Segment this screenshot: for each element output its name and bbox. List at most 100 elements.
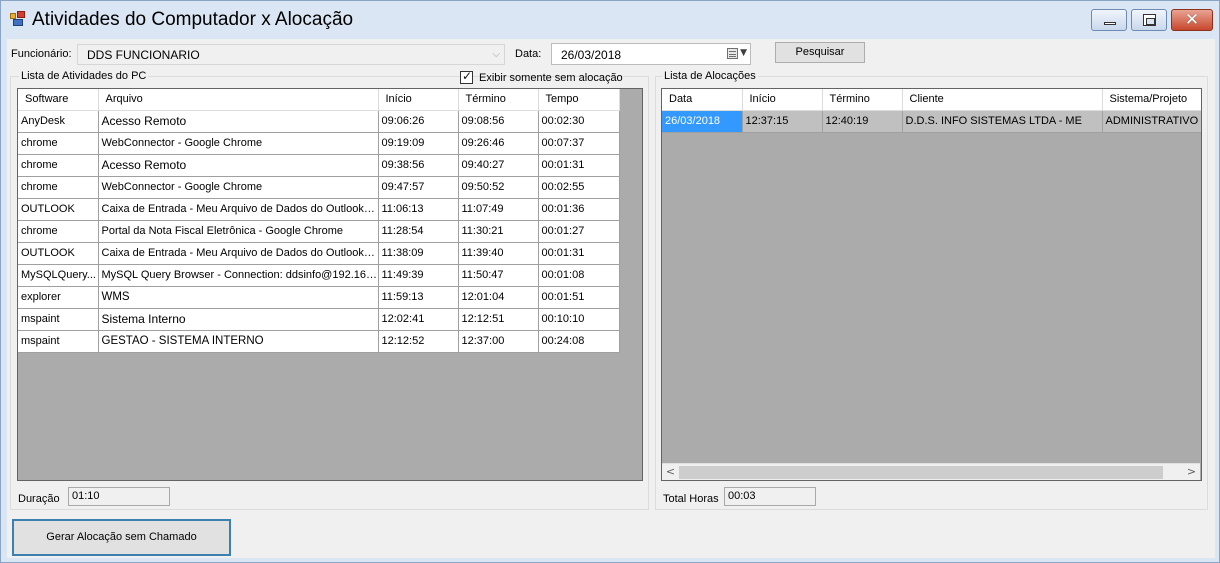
inicio-cell[interactable]: 09:19:09 — [378, 132, 459, 155]
arquivo-cell[interactable]: Caixa de Entrada - Meu Arquivo de Dados … — [98, 198, 379, 221]
arquivo-cell[interactable]: Sistema Interno — [98, 308, 379, 331]
tempo-cell[interactable]: 00:01:31 — [538, 154, 620, 177]
software-cell[interactable]: chrome — [18, 132, 99, 155]
tempo-cell[interactable]: 00:01:08 — [538, 264, 620, 287]
allocations-grid[interactable]: Data Início Término Cliente Sistema/Proj… — [661, 88, 1202, 481]
tempo-cell[interactable]: 00:01:31 — [538, 242, 620, 265]
termino-cell[interactable]: 09:50:52 — [458, 176, 539, 199]
arquivo-cell[interactable]: MySQL Query Browser - Connection: ddsinf… — [98, 264, 379, 287]
scroll-left-icon[interactable]: < — [662, 464, 679, 480]
software-cell[interactable]: chrome — [18, 220, 99, 243]
inicio-cell[interactable]: 12:02:41 — [378, 308, 459, 331]
software-cell[interactable]: chrome — [18, 154, 99, 177]
termino-cell[interactable]: 09:40:27 — [458, 154, 539, 177]
table-row[interactable]: mspaint GESTAO - SISTEMA INTERNO 12:12:52 1… — [18, 330, 620, 353]
software-cell[interactable]: chrome — [18, 176, 99, 199]
tempo-cell[interactable]: 00:24:08 — [538, 330, 620, 353]
table-row[interactable]: chrome Acesso Remoto 09:38:56 09:40:27 00:01… — [18, 154, 620, 177]
arquivo-cell[interactable]: Portal da Nota Fiscal Eletrônica - Googl… — [98, 220, 379, 243]
inicio-cell[interactable]: 12:12:52 — [378, 330, 459, 353]
software-cell[interactable]: AnyDesk — [18, 110, 99, 133]
software-cell[interactable]: explorer — [18, 286, 99, 309]
arquivo-cell[interactable]: WMS — [98, 286, 379, 309]
termino-cell[interactable]: 12:01:04 — [458, 286, 539, 309]
column-header-arquivo[interactable]: Arquivo — [98, 89, 379, 111]
calendar-icon[interactable] — [727, 48, 738, 59]
inicio-cell[interactable]: 09:06:26 — [378, 110, 459, 133]
termino-cell[interactable]: 11:07:49 — [458, 198, 539, 221]
inicio-cell[interactable]: 09:47:57 — [378, 176, 459, 199]
inicio-cell[interactable]: 12:37:15 — [742, 110, 823, 133]
maximize-button[interactable] — [1131, 9, 1167, 31]
close-button[interactable]: ✕ — [1171, 9, 1213, 31]
date-picker[interactable]: 26/03/2018 ▼ — [551, 43, 751, 65]
table-row[interactable]: MySQLQuery... MySQL Query Browser - Conne… — [18, 264, 620, 287]
inicio-cell[interactable]: 11:59:13 — [378, 286, 459, 309]
arquivo-cell[interactable]: GESTAO - SISTEMA INTERNO — [98, 330, 379, 353]
tempo-cell[interactable]: 00:01:51 — [538, 286, 620, 309]
tempo-cell[interactable]: 00:01:27 — [538, 220, 620, 243]
arquivo-cell[interactable]: WebConnector - Google Chrome — [98, 132, 379, 155]
termino-cell[interactable]: 12:40:19 — [822, 110, 903, 133]
scroll-thumb[interactable] — [679, 466, 1163, 479]
table-row[interactable]: chrome WebConnector - Google Chrome 09:19:… — [18, 132, 620, 155]
title-bar[interactable]: Atividades do Computador x Alocação ✕ — [1, 1, 1219, 39]
inicio-cell[interactable]: 09:38:56 — [378, 154, 459, 177]
sistema-projeto-cell[interactable]: ADMINISTRATIVO — [1102, 110, 1201, 133]
tempo-cell[interactable]: 00:02:30 — [538, 110, 620, 133]
activities-grid[interactable]: Software Arquivo Início Término Tempo An… — [17, 88, 643, 481]
table-row[interactable]: chrome Portal da Nota Fiscal Eletrônica -… — [18, 220, 620, 243]
inicio-cell[interactable]: 11:06:13 — [378, 198, 459, 221]
termino-cell[interactable]: 09:26:46 — [458, 132, 539, 155]
termino-cell[interactable]: 11:50:47 — [458, 264, 539, 287]
cliente-cell[interactable]: D.D.S. INFO SISTEMAS LTDA - ME — [902, 110, 1103, 133]
tempo-cell[interactable]: 00:01:36 — [538, 198, 620, 221]
arquivo-cell[interactable]: Acesso Remoto — [98, 110, 379, 133]
inicio-cell[interactable]: 11:38:09 — [378, 242, 459, 265]
column-header-data[interactable]: Data — [662, 89, 743, 111]
table-row[interactable]: OUTLOOK Caixa de Entrada - Meu Arquivo de… — [18, 242, 620, 265]
pesquisar-button[interactable]: Pesquisar — [775, 42, 865, 63]
column-header-inicio[interactable]: Início — [742, 89, 823, 111]
column-header-software[interactable]: Software — [18, 89, 99, 111]
table-row[interactable]: chrome WebConnector - Google Chrome 09:47:… — [18, 176, 620, 199]
scroll-right-icon[interactable]: > — [1183, 464, 1200, 480]
table-row[interactable]: explorer WMS 11:59:13 12:01:04 00:01:51 — [18, 286, 620, 309]
tempo-cell[interactable]: 00:02:55 — [538, 176, 620, 199]
software-cell[interactable]: OUTLOOK — [18, 242, 99, 265]
termino-cell[interactable]: 11:39:40 — [458, 242, 539, 265]
tempo-cell[interactable]: 00:07:37 — [538, 132, 620, 155]
column-header-sistema-projeto[interactable]: Sistema/Projeto — [1102, 89, 1201, 111]
horizontal-scrollbar[interactable]: < > — [662, 463, 1200, 480]
termino-cell[interactable]: 12:12:51 — [458, 308, 539, 331]
termino-cell[interactable]: 11:30:21 — [458, 220, 539, 243]
software-cell[interactable]: mspaint — [18, 308, 99, 331]
termino-cell[interactable]: 12:37:00 — [458, 330, 539, 353]
column-header-cliente[interactable]: Cliente — [902, 89, 1103, 111]
generate-allocation-button[interactable]: Gerar Alocação sem Chamado — [12, 519, 231, 556]
minimize-button[interactable] — [1091, 9, 1127, 31]
dropdown-arrow-icon[interactable]: ▼ — [740, 48, 747, 58]
table-row[interactable]: OUTLOOK Caixa de Entrada - Meu Arquivo de… — [18, 198, 620, 221]
table-row[interactable]: 26/03/2018 12:37:15 12:40:19 D.D.S. INFO SI… — [662, 110, 1201, 133]
inicio-cell[interactable]: 11:28:54 — [378, 220, 459, 243]
arquivo-cell[interactable]: WebConnector - Google Chrome — [98, 176, 379, 199]
table-row[interactable]: AnyDesk Acesso Remoto 09:06:26 09:08:56 00:0… — [18, 110, 620, 133]
data-cell[interactable]: 26/03/2018 — [662, 110, 743, 133]
column-header-termino[interactable]: Término — [458, 89, 539, 111]
tempo-cell[interactable]: 00:10:10 — [538, 308, 620, 331]
filter-unallocated-checkbox[interactable] — [460, 69, 473, 84]
software-cell[interactable]: MySQLQuery... — [18, 264, 99, 287]
allocations-header-row: Data Início Término Cliente Sistema/Proj… — [662, 89, 1201, 111]
arquivo-cell[interactable]: Acesso Remoto — [98, 154, 379, 177]
inicio-cell[interactable]: 11:49:39 — [378, 264, 459, 287]
software-cell[interactable]: mspaint — [18, 330, 99, 353]
column-header-inicio[interactable]: Início — [378, 89, 459, 111]
termino-cell[interactable]: 09:08:56 — [458, 110, 539, 133]
funcionario-select[interactable]: DDS FUNCIONARIO ⌵ — [77, 44, 505, 65]
column-header-tempo[interactable]: Tempo — [538, 89, 620, 111]
arquivo-cell[interactable]: Caixa de Entrada - Meu Arquivo de Dados … — [98, 242, 379, 265]
software-cell[interactable]: OUTLOOK — [18, 198, 99, 221]
table-row[interactable]: mspaint Sistema Interno 12:02:41 12:12:51 00… — [18, 308, 620, 331]
column-header-termino[interactable]: Término — [822, 89, 903, 111]
